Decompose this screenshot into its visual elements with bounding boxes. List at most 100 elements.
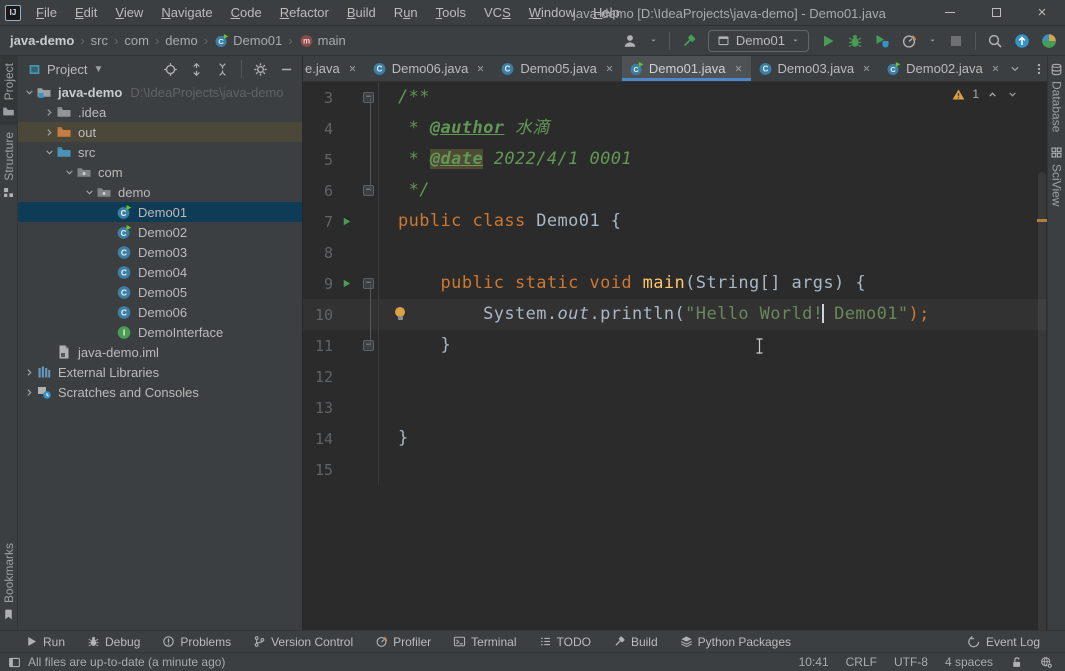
error-stripe-warning-mark[interactable] bbox=[1037, 219, 1047, 222]
toolwindow-button-project[interactable]: Project bbox=[0, 56, 17, 126]
toolwindow-button-todo[interactable]: TODO bbox=[528, 635, 602, 649]
tab-close-icon[interactable] bbox=[861, 63, 872, 74]
code-line-4[interactable]: 4 * @author 水滴 bbox=[303, 113, 1047, 144]
fold-marker-icon[interactable]: − bbox=[359, 92, 378, 103]
toolwindow-button-python-packages[interactable]: Python Packages bbox=[669, 635, 802, 649]
toolwindow-button-version-control[interactable]: Version Control bbox=[242, 635, 364, 649]
tree-item-demointerface[interactable]: I DemoInterface bbox=[18, 322, 302, 342]
menu-refactor[interactable]: Refactor bbox=[271, 5, 338, 20]
breadcrumb-main[interactable]: m main bbox=[299, 33, 346, 48]
ide-update-icon[interactable] bbox=[1014, 33, 1030, 49]
fold-marker-icon[interactable]: − bbox=[359, 278, 378, 289]
file-encoding[interactable]: UTF-8 bbox=[894, 655, 928, 669]
search-everywhere-icon[interactable] bbox=[987, 33, 1003, 49]
toolwindow-button-run[interactable]: Run bbox=[14, 635, 76, 649]
breadcrumb-demo[interactable]: demo bbox=[165, 33, 198, 48]
fold-marker-icon[interactable]: − bbox=[359, 185, 378, 196]
tab-demo05-java[interactable]: C Demo05.java bbox=[493, 56, 622, 81]
tree-chevron-closed[interactable] bbox=[42, 126, 56, 139]
menu-view[interactable]: View bbox=[106, 5, 152, 20]
tab-demo06-java[interactable]: C Demo06.java bbox=[365, 56, 494, 81]
chevron-up-icon[interactable] bbox=[986, 88, 999, 101]
breadcrumb-demo01[interactable]: C Demo01 bbox=[214, 33, 282, 48]
menu-navigate[interactable]: Navigate bbox=[152, 5, 221, 20]
tree-chevron-closed[interactable] bbox=[22, 386, 36, 399]
tree-item-demo[interactable]: demo bbox=[18, 182, 302, 202]
toolwindow-button-problems[interactable]: Problems bbox=[151, 635, 242, 649]
tree-chevron-open[interactable] bbox=[82, 186, 96, 199]
tab-close-icon[interactable] bbox=[347, 63, 358, 74]
hidden-tabs-chevron-icon[interactable] bbox=[1008, 62, 1022, 76]
tab-close-icon[interactable] bbox=[733, 63, 744, 74]
toolwindow-button-debug[interactable]: Debug bbox=[76, 635, 151, 649]
stop-button[interactable] bbox=[948, 33, 964, 49]
code-line-12[interactable]: 12 bbox=[303, 361, 1047, 392]
collapse-all-button[interactable] bbox=[215, 62, 230, 77]
tree-item-demo05[interactable]: C Demo05 bbox=[18, 282, 302, 302]
code-line-5[interactable]: 5 * @date 2022/4/1 0001 bbox=[303, 144, 1047, 175]
code-line-11[interactable]: 11 − } bbox=[303, 330, 1047, 361]
settings-gear-icon[interactable] bbox=[253, 62, 268, 77]
tab-demo01-java[interactable]: C Demo01.java bbox=[621, 56, 751, 81]
caret-position[interactable]: 10:41 bbox=[799, 655, 829, 669]
tree-item-out[interactable]: out bbox=[18, 122, 302, 142]
intention-bulb-icon[interactable] bbox=[395, 307, 405, 320]
tree-chevron-closed[interactable] bbox=[22, 366, 36, 379]
menu-file[interactable]: File bbox=[27, 5, 66, 20]
minimize-button[interactable] bbox=[927, 0, 973, 25]
scrollbar-thumb[interactable] bbox=[1038, 172, 1046, 630]
highlighting-level-icon[interactable] bbox=[1040, 656, 1053, 669]
chevron-down-icon[interactable]: ▼ bbox=[93, 64, 103, 75]
run-button[interactable] bbox=[820, 33, 836, 49]
tree-chevron-open[interactable] bbox=[42, 146, 56, 159]
tree-item-demo02[interactable]: C Demo02 bbox=[18, 222, 302, 242]
hide-panel-button[interactable] bbox=[279, 62, 294, 77]
toolwindow-button-build[interactable]: Build bbox=[602, 635, 669, 649]
run-gutter-icon[interactable] bbox=[333, 278, 359, 289]
code-line-10[interactable]: 10 System.out.println("Hello World! Demo… bbox=[303, 299, 1047, 330]
tab-options-icon[interactable] bbox=[1032, 62, 1046, 76]
tab-e-java[interactable]: e.java bbox=[303, 56, 365, 81]
run-with-coverage-button[interactable] bbox=[874, 33, 890, 49]
menu-vcs[interactable]: VCS bbox=[475, 5, 520, 20]
tree-chevron-open[interactable] bbox=[62, 166, 76, 179]
close-button[interactable]: × bbox=[1019, 0, 1065, 25]
toolwindow-button-database[interactable]: Database bbox=[1048, 56, 1065, 139]
breadcrumb-com[interactable]: com bbox=[124, 33, 149, 48]
tree-item-java-demo-iml[interactable]: java-demo.iml bbox=[18, 342, 302, 362]
code-line-14[interactable]: 14} bbox=[303, 423, 1047, 454]
toolwindow-toggle-icon[interactable] bbox=[8, 656, 21, 669]
toolwindow-button-profiler[interactable]: Profiler bbox=[364, 635, 442, 649]
lock-open-icon[interactable] bbox=[1010, 656, 1023, 669]
tab-close-icon[interactable] bbox=[604, 63, 615, 74]
tree-chevron-open[interactable] bbox=[22, 86, 36, 99]
toolwindow-button-event-log[interactable]: Event Log bbox=[957, 635, 1051, 649]
breadcrumb-src[interactable]: src bbox=[91, 33, 108, 48]
code-line-9[interactable]: 9 − public static void main(String[] args… bbox=[303, 268, 1047, 299]
maximize-button[interactable] bbox=[973, 0, 1019, 25]
code-line-8[interactable]: 8 bbox=[303, 237, 1047, 268]
menu-run[interactable]: Run bbox=[385, 5, 427, 20]
code-line-3[interactable]: 3 −/** bbox=[303, 82, 1047, 113]
tree-item-external-libraries[interactable]: External Libraries bbox=[18, 362, 302, 382]
build-project-icon[interactable] bbox=[681, 33, 697, 49]
user-profile-icon[interactable] bbox=[622, 33, 638, 49]
expand-all-button[interactable] bbox=[189, 62, 204, 77]
project-panel-title[interactable]: Project bbox=[47, 62, 87, 77]
tab-close-icon[interactable] bbox=[990, 63, 1001, 74]
toolwindow-button-sciview[interactable]: SciView bbox=[1048, 139, 1065, 213]
chevron-down-icon[interactable] bbox=[1006, 88, 1019, 101]
toolwindow-button-structure[interactable]: Structure bbox=[0, 125, 17, 206]
line-ending[interactable]: CRLF bbox=[846, 655, 877, 669]
code-line-15[interactable]: 15 bbox=[303, 454, 1047, 485]
tree-item-demo06[interactable]: C Demo06 bbox=[18, 302, 302, 322]
code-editor[interactable]: 3−/** 4 * @author 水滴 5 * @date 2022/4/1 00… bbox=[303, 82, 1047, 630]
tree-item-demo04[interactable]: C Demo04 bbox=[18, 262, 302, 282]
toolwindow-button-terminal[interactable]: Terminal bbox=[442, 635, 527, 649]
tree-chevron-closed[interactable] bbox=[42, 106, 56, 119]
tab-demo03-java[interactable]: C Demo03.java bbox=[751, 56, 880, 81]
tree-item-demo03[interactable]: C Demo03 bbox=[18, 242, 302, 262]
fold-marker-icon[interactable]: − bbox=[359, 340, 378, 351]
run-gutter-icon[interactable] bbox=[333, 216, 359, 227]
tree-item-idea[interactable]: .idea bbox=[18, 102, 302, 122]
